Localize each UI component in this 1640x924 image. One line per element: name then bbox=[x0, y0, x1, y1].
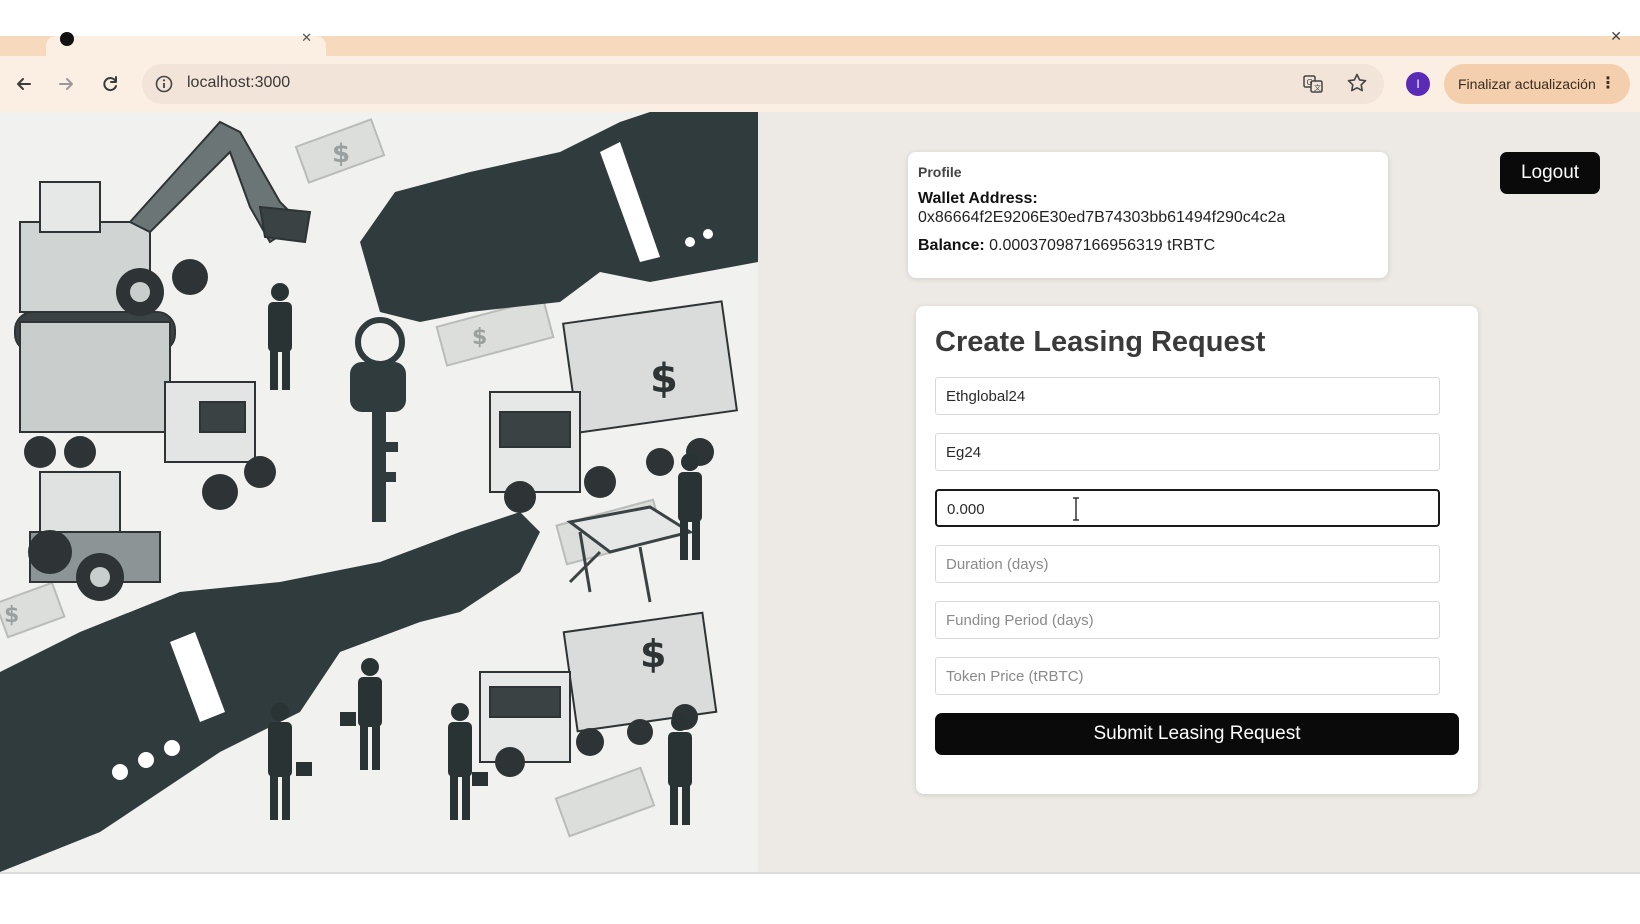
browser-toolbar: localhost:3000 G文 I Finalizar actualizac… bbox=[0, 56, 1640, 112]
menu-dots-icon[interactable]: ⋮ bbox=[1600, 74, 1616, 94]
balance-row: Balance: 0.000370987166956319 tRBTC bbox=[918, 237, 1378, 255]
browser-tab[interactable]: ✕ bbox=[46, 30, 326, 56]
avatar-initial: I bbox=[1416, 77, 1420, 91]
svg-text:G: G bbox=[1307, 78, 1313, 87]
window-close-icon[interactable]: ✕ bbox=[1610, 28, 1622, 45]
update-button-label: Finalizar actualización bbox=[1458, 76, 1596, 92]
logout-button[interactable]: Logout bbox=[1500, 152, 1600, 194]
site-info-icon[interactable] bbox=[154, 74, 174, 94]
page-bottom-area bbox=[0, 872, 1640, 924]
text-cursor-icon bbox=[1071, 497, 1081, 521]
tab-strip: ✕ ✕ bbox=[0, 28, 1640, 56]
balance-label: Balance: bbox=[918, 237, 985, 254]
token-price-input[interactable]: Token Price (tRBTC) bbox=[935, 657, 1440, 695]
asset-name-value: Ethglobal24 bbox=[946, 388, 1026, 405]
leasing-illustration: $ $ $ $ $ bbox=[0, 112, 758, 872]
back-arrow-icon[interactable] bbox=[10, 70, 38, 98]
asset-name-input[interactable]: Ethglobal24 bbox=[935, 377, 1440, 415]
wallet-address-label: Wallet Address: bbox=[918, 190, 1038, 207]
submit-leasing-request-button[interactable]: Submit Leasing Request bbox=[935, 713, 1459, 755]
translate-icon[interactable]: G文 bbox=[1302, 73, 1324, 95]
address-bar[interactable]: localhost:3000 G文 bbox=[142, 64, 1384, 104]
token-price-placeholder: Token Price (tRBTC) bbox=[946, 668, 1084, 685]
bookmark-star-icon[interactable] bbox=[1346, 72, 1368, 94]
svg-text:文: 文 bbox=[1314, 83, 1321, 92]
funding-period-input[interactable]: Funding Period (days) bbox=[935, 601, 1440, 639]
svg-text:$: $ bbox=[640, 632, 666, 676]
duration-input[interactable]: Duration (days) bbox=[935, 545, 1440, 583]
form-title: Create Leasing Request bbox=[935, 326, 1266, 358]
token-symbol-value: Eg24 bbox=[946, 444, 982, 461]
profile-avatar[interactable]: I bbox=[1406, 72, 1430, 96]
leasing-request-form: Create Leasing Request Ethglobal24 Eg24 … bbox=[916, 306, 1478, 794]
amount-input[interactable]: 0.000 bbox=[935, 489, 1440, 527]
amount-value: 0.000 bbox=[947, 501, 985, 518]
token-symbol-input[interactable]: Eg24 bbox=[935, 433, 1440, 471]
url-text[interactable]: localhost:3000 bbox=[187, 74, 290, 92]
svg-text:$: $ bbox=[332, 139, 350, 169]
svg-text:$: $ bbox=[472, 325, 487, 350]
balance-value: 0.000370987166956319 tRBTC bbox=[989, 237, 1216, 254]
profile-card: Profile Wallet Address: 0x86664f2E9206E3… bbox=[908, 152, 1388, 278]
wallet-address-value: 0x86664f2E9206E30ed7B74303bb61494f290c4c… bbox=[918, 209, 1286, 226]
svg-text:$: $ bbox=[4, 603, 19, 628]
page-viewport: $ $ $ $ $ Profile Wallet Address: 0x8666… bbox=[0, 112, 1640, 872]
forward-arrow-icon[interactable] bbox=[52, 70, 80, 98]
funding-period-placeholder: Funding Period (days) bbox=[946, 612, 1094, 629]
reload-icon[interactable] bbox=[96, 70, 124, 98]
profile-title: Profile bbox=[918, 164, 962, 180]
tab-close-icon[interactable]: ✕ bbox=[301, 30, 312, 46]
duration-placeholder: Duration (days) bbox=[946, 556, 1049, 573]
update-browser-button[interactable]: Finalizar actualización ⋮ bbox=[1444, 64, 1630, 104]
tab-favicon-icon bbox=[60, 32, 74, 46]
svg-text:$: $ bbox=[650, 356, 678, 402]
